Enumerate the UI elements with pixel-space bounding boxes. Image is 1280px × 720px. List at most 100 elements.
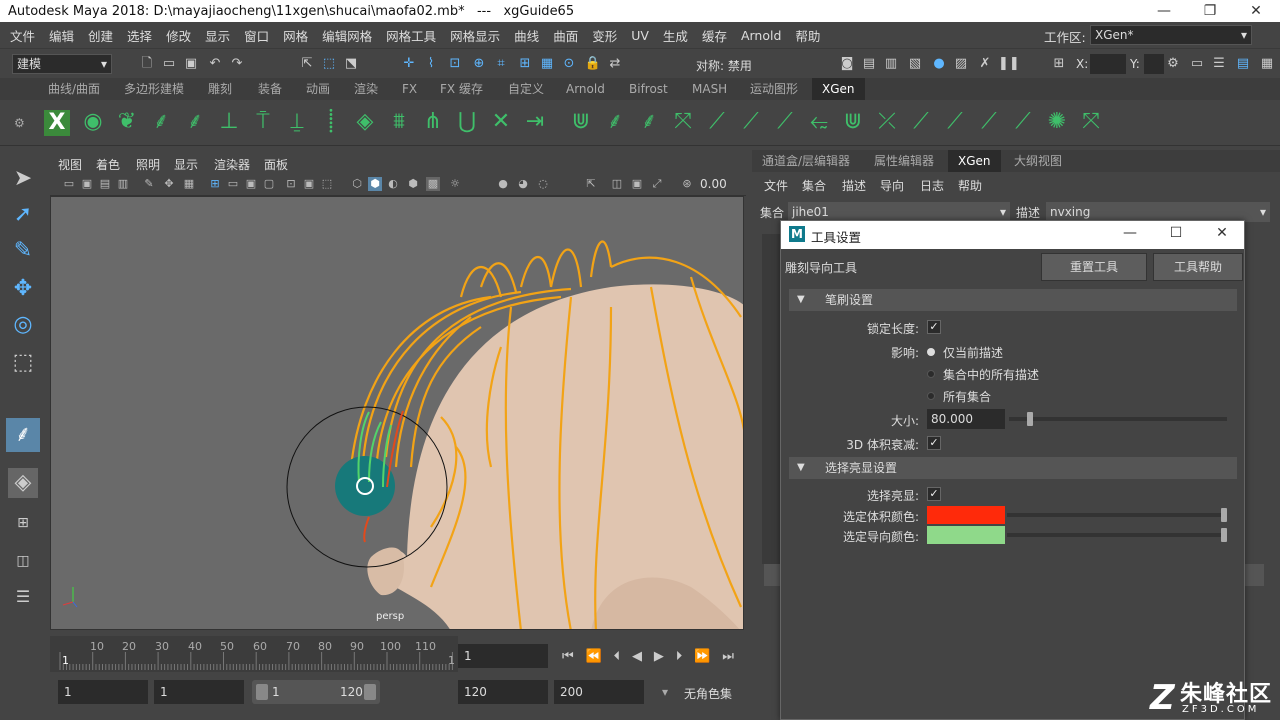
hypershade-icon[interactable]: ▧: [906, 55, 924, 73]
sculpt-burst-icon[interactable]: ✺: [1042, 106, 1072, 138]
save-scene-icon[interactable]: ▣: [182, 55, 200, 73]
restore-icon[interactable]: ❐: [1188, 0, 1232, 22]
playback-end-input[interactable]: 120: [458, 680, 548, 704]
sculpt-freeze-icon[interactable]: ⟋: [1008, 106, 1038, 138]
guide-rotate-icon[interactable]: ⍑: [248, 106, 278, 138]
isolate-select-icon[interactable]: ⬚: [320, 177, 334, 191]
tab-attribute-editor[interactable]: 属性编辑器: [864, 150, 944, 172]
minimize-icon[interactable]: —: [1142, 0, 1186, 22]
shelf-tab-fx[interactable]: FX: [392, 78, 427, 100]
sculpt-lengthen-icon[interactable]: ⤧: [668, 106, 698, 138]
step-back-frame-icon[interactable]: ⏴: [614, 649, 621, 664]
menu-file[interactable]: 文件: [10, 26, 35, 45]
range-end-handle[interactable]: [364, 684, 376, 700]
shelf-tab-mash[interactable]: MASH: [682, 78, 737, 100]
minimize-icon[interactable]: —: [1115, 225, 1145, 241]
xray-icon[interactable]: ▩: [426, 177, 440, 191]
viewport-menu-show[interactable]: 显示: [174, 156, 198, 173]
current-frame-input[interactable]: 1: [458, 644, 548, 668]
menu-uv[interactable]: UV: [631, 28, 649, 43]
select-tool-icon[interactable]: ➤: [6, 162, 40, 196]
smooth-shade-icon[interactable]: ⬢: [368, 177, 382, 191]
shelf-tab-custom[interactable]: 自定义: [498, 78, 554, 100]
xgen-menu-collection[interactable]: 集合: [802, 177, 826, 194]
two-view-layout-icon[interactable]: ◫: [6, 544, 40, 578]
sculpt-flatten-icon[interactable]: ⟋: [702, 106, 732, 138]
tab-outliner[interactable]: 大纲视图: [1004, 150, 1072, 172]
reset-tool-button[interactable]: 重置工具: [1041, 253, 1147, 281]
menu-curves[interactable]: 曲线: [514, 26, 539, 45]
camera-attributes-icon[interactable]: ▣: [80, 177, 94, 191]
lasso-tool-icon[interactable]: ➚: [6, 198, 40, 232]
guide-length-icon[interactable]: ⊥: [214, 106, 244, 138]
menu-surfaces[interactable]: 曲面: [553, 26, 578, 45]
render-settings-icon[interactable]: ▥: [882, 55, 900, 73]
shelf-tab-bifrost[interactable]: Bifrost: [619, 78, 678, 100]
rotate-tool-icon[interactable]: ◎: [6, 308, 40, 342]
menu-generate[interactable]: 生成: [663, 26, 688, 45]
menu-edit[interactable]: 编辑: [49, 26, 74, 45]
sculpt-part-icon[interactable]: ⤫: [872, 106, 902, 138]
menu-cache[interactable]: 缓存: [702, 26, 727, 45]
snap-surface-icon[interactable]: ⌗: [492, 55, 510, 73]
step-forward-key-icon[interactable]: ⏩: [694, 649, 710, 664]
sculpt-smooth-icon[interactable]: ⸙: [600, 106, 630, 138]
exposure-value[interactable]: 0.00: [700, 177, 727, 191]
camera-select-icon[interactable]: ▭: [62, 177, 76, 191]
highlight-settings-section[interactable]: ▼ 选择亮显设置: [789, 457, 1237, 479]
safe-action-icon[interactable]: ▢: [262, 177, 276, 191]
flat-shade-icon[interactable]: ◐: [386, 177, 400, 191]
viewport-menu-renderer[interactable]: 渲染器: [214, 156, 250, 173]
range-start-handle[interactable]: [256, 684, 268, 700]
shelf-tab-arnold[interactable]: Arnold: [556, 78, 615, 100]
brush-size-input[interactable]: 80.000: [927, 409, 1005, 429]
shelf-tab-curves[interactable]: 曲线/曲面: [38, 78, 110, 100]
hud-icon[interactable]: ◫: [610, 177, 624, 191]
arnold-render-icon[interactable]: ●: [930, 55, 948, 73]
2d-pan-icon[interactable]: ✥: [162, 177, 176, 191]
lock-length-checkbox[interactable]: ✓: [927, 320, 941, 334]
render-frame-icon[interactable]: ◙: [838, 55, 856, 73]
guide-lock-icon[interactable]: ⍊: [282, 106, 312, 138]
history-icon[interactable]: ⊙: [560, 55, 578, 73]
attribute-editor-toggle-icon[interactable]: ☰: [1210, 55, 1228, 73]
shelf-tab-render[interactable]: 渲染: [344, 78, 388, 100]
falloff-checkbox[interactable]: ✓: [927, 436, 941, 450]
safe-title-icon[interactable]: ▣: [302, 177, 316, 191]
viewport-menu-view[interactable]: 视图: [58, 156, 82, 173]
x-coordinate-input[interactable]: [1090, 54, 1126, 74]
affect-all-radio[interactable]: [927, 392, 935, 400]
select-object-icon[interactable]: ⬚: [320, 55, 338, 73]
play-forward-icon[interactable]: ▶: [654, 649, 664, 664]
sculpt-reset-icon[interactable]: ⤧: [1076, 106, 1106, 138]
tool-settings-toggle-icon[interactable]: ▤: [1234, 55, 1252, 73]
highlight-checkbox[interactable]: ✓: [927, 487, 941, 501]
menu-arnold[interactable]: Arnold: [741, 28, 781, 43]
snap-grid-icon[interactable]: ✛: [400, 55, 418, 73]
paint-select-tool-icon[interactable]: ✎: [6, 234, 40, 268]
gate-mask-icon[interactable]: ▦: [182, 177, 196, 191]
viewport-menu-shading[interactable]: 着色: [96, 156, 120, 173]
guide-delete-icon[interactable]: ✕: [486, 106, 516, 138]
xgen-menu-file[interactable]: 文件: [764, 177, 788, 194]
textured-icon[interactable]: ⬢: [406, 177, 420, 191]
volume-color-swatch[interactable]: [927, 506, 1005, 524]
sculpt-comb-icon[interactable]: ⸙: [634, 106, 664, 138]
input-ops-icon[interactable]: ⇄: [606, 55, 624, 73]
guide-comb-icon[interactable]: ⋔: [418, 106, 448, 138]
volume-color-slider[interactable]: [1007, 513, 1227, 517]
xgen-editor-icon[interactable]: X: [44, 110, 70, 136]
four-view-layout-icon[interactable]: ⊞: [6, 506, 40, 540]
image-plane-icon[interactable]: ▥: [116, 177, 130, 191]
menu-edit-mesh[interactable]: 编辑网格: [322, 26, 372, 45]
sculpt-noise-icon[interactable]: ⥳: [804, 106, 834, 138]
shadows-icon[interactable]: ●: [496, 177, 510, 191]
character-set-label[interactable]: 无角色集: [684, 685, 732, 702]
menu-window[interactable]: 窗口: [244, 26, 269, 45]
animation-start-input[interactable]: 1: [58, 680, 148, 704]
isolate-view-icon[interactable]: ▣: [630, 177, 644, 191]
frame-all-icon[interactable]: ⤢: [650, 177, 664, 191]
channel-box-toggle-icon[interactable]: ▦: [1258, 55, 1276, 73]
sculpt-guide-tool-icon[interactable]: ⸙: [6, 418, 40, 452]
single-view-layout-icon[interactable]: ◈: [8, 468, 38, 498]
